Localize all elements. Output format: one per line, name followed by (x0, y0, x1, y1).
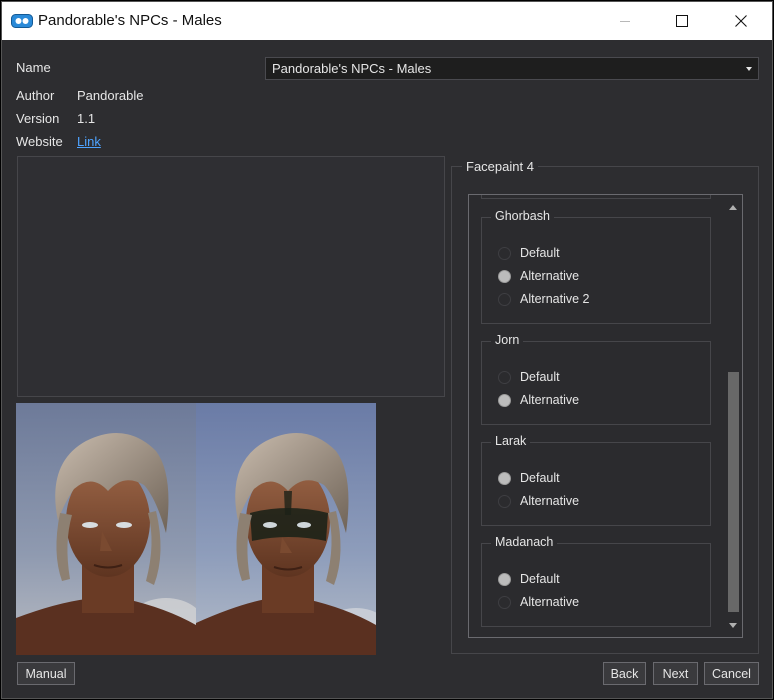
radio-option[interactable]: Default (498, 244, 560, 262)
close-icon (735, 15, 747, 27)
group-madanach: Madanach Default Alternative (481, 535, 711, 627)
radio-option[interactable]: Default (498, 469, 560, 487)
radio-option[interactable]: Default (498, 570, 560, 588)
group-title: Larak (491, 434, 531, 448)
group-title: Madanach (491, 535, 558, 549)
radio-label: Alternative (520, 494, 580, 508)
website-link[interactable]: Link (77, 134, 101, 149)
close-button[interactable] (718, 2, 764, 40)
radio-button[interactable] (498, 494, 511, 508)
back-button[interactable]: Back (603, 662, 646, 685)
vertical-scrollbar[interactable] (725, 195, 742, 637)
radio-button[interactable] (498, 246, 511, 260)
version-value: 1.1 (77, 111, 96, 126)
radio-button-checked[interactable] (498, 471, 511, 485)
next-button[interactable]: Next (653, 662, 698, 685)
name-dropdown-value: Pandorable's NPCs - Males (272, 61, 432, 76)
radio-button-checked[interactable] (498, 393, 511, 407)
author-label: Author (16, 88, 55, 103)
minimize-button[interactable] (602, 2, 648, 40)
scrollbar-thumb[interactable] (728, 372, 739, 612)
radio-option[interactable]: Alternative (498, 267, 579, 285)
options-scroll-area[interactable]: Ghorbash Default Alternative Alternative… (468, 194, 743, 638)
version-label: Version (16, 111, 60, 126)
scroll-up-arrow-icon[interactable] (729, 205, 737, 210)
radio-label: Default (520, 471, 560, 485)
minimize-icon (620, 21, 630, 22)
installer-window: Pandorable's NPCs - Males Name Pandorabl… (1, 1, 773, 699)
radio-label: Alternative (520, 595, 580, 609)
website-label: Website (16, 134, 63, 149)
group-ghorbash: Ghorbash Default Alternative Alternative… (481, 209, 711, 324)
name-dropdown[interactable]: Pandorable's NPCs - Males (265, 57, 759, 80)
radio-label: Alternative (520, 269, 580, 283)
manual-button[interactable]: Manual (17, 662, 75, 685)
app-icon (11, 14, 33, 28)
chevron-down-icon (746, 67, 752, 71)
radio-label: Alternative (520, 393, 580, 407)
group-title: Ghorbash (491, 209, 554, 223)
radio-button-checked[interactable] (498, 269, 511, 283)
title-bar: Pandorable's NPCs - Males (2, 2, 772, 40)
radio-option[interactable]: Alternative (498, 492, 579, 510)
description-panel (17, 156, 445, 397)
name-label: Name (16, 60, 51, 75)
radio-label: Default (520, 572, 560, 586)
preview-image-default (16, 403, 196, 655)
radio-button[interactable] (498, 292, 511, 306)
window-title: Pandorable's NPCs - Males (38, 12, 222, 29)
preview-image-alternative (196, 403, 376, 655)
radio-button-checked[interactable] (498, 572, 511, 586)
radio-button[interactable] (498, 370, 511, 384)
radio-option[interactable]: Alternative (498, 391, 579, 409)
radio-option[interactable]: Alternative 2 (498, 290, 589, 308)
radio-option[interactable]: Alternative (498, 593, 579, 611)
options-group-title: Facepaint 4 (462, 159, 538, 174)
radio-button[interactable] (498, 595, 511, 609)
cancel-button[interactable]: Cancel (704, 662, 759, 685)
radio-label: Default (520, 246, 560, 260)
scroll-down-arrow-icon[interactable] (729, 623, 737, 628)
radio-label: Default (520, 370, 560, 384)
maximize-button[interactable] (659, 2, 705, 40)
previous-group-edge (481, 195, 711, 199)
group-larak: Larak Default Alternative (481, 434, 711, 526)
maximize-icon (676, 15, 688, 27)
group-title: Jorn (491, 333, 524, 347)
radio-label: Alternative 2 (520, 292, 590, 306)
radio-option[interactable]: Default (498, 368, 560, 386)
author-value: Pandorable (77, 88, 144, 103)
group-jorn: Jorn Default Alternative (481, 333, 711, 425)
